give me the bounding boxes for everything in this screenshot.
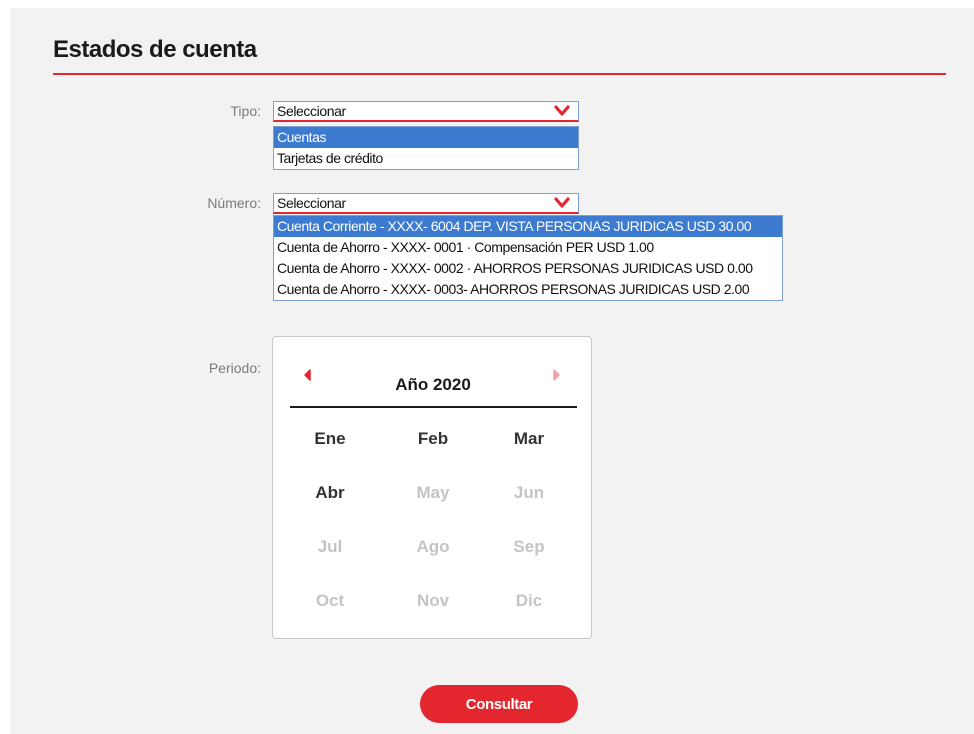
month-oct: Oct <box>315 591 345 610</box>
month-ene[interactable]: Ene <box>290 429 370 449</box>
month-ago: Ago <box>416 537 450 556</box>
periodo-label: Periodo: <box>208 360 261 376</box>
title-divider <box>53 73 946 75</box>
month-feb[interactable]: Feb <box>393 429 473 449</box>
numero-select[interactable]: Seleccionar <box>273 193 579 214</box>
month-nov: Nov <box>416 591 450 610</box>
numero-option[interactable]: Cuenta de Ahorro - XXXX- 0002 · AHORROS … <box>274 258 782 279</box>
numero-label: Número: <box>207 195 261 211</box>
month-jun: Jun <box>513 483 545 502</box>
month-mar[interactable]: Mar <box>489 429 569 449</box>
page-title: Estados de cuenta <box>53 36 257 63</box>
numero-option[interactable]: Cuenta de Ahorro - XXXX- 0001 · Compensa… <box>274 237 782 258</box>
month-may: May <box>416 483 450 502</box>
month-sep: Sep <box>513 537 545 556</box>
chevron-down-icon <box>554 105 570 116</box>
tipo-select-value: Seleccionar <box>277 103 346 119</box>
year-label: Año 2020 <box>395 375 471 394</box>
tipo-option-tarjetas[interactable]: Tarjetas de crédito <box>274 148 578 169</box>
tipo-select[interactable]: Seleccionar <box>273 101 579 122</box>
month-dic: Dic <box>515 591 543 610</box>
calendar-divider <box>290 406 577 408</box>
tipo-dropdown-list: Cuentas Tarjetas de crédito <box>273 126 579 170</box>
chevron-down-icon <box>554 197 570 208</box>
tipo-label: Tipo: <box>230 103 261 119</box>
chevron-right-icon[interactable] <box>553 369 561 381</box>
numero-select-value: Seleccionar <box>277 195 346 211</box>
consultar-button[interactable]: Consultar <box>420 685 578 723</box>
month-jul: Jul <box>317 537 343 556</box>
numero-option[interactable]: Cuenta de Ahorro - XXXX- 0003- AHORROS P… <box>274 279 782 300</box>
tipo-option-cuentas[interactable]: Cuentas <box>274 127 578 148</box>
numero-option[interactable]: Cuenta Corriente - XXXX- 6004 DEP. VISTA… <box>274 216 782 237</box>
numero-dropdown-list: Cuenta Corriente - XXXX- 6004 DEP. VISTA… <box>273 215 783 301</box>
month-picker: Año 2020 Ene Feb Mar Abr May Jun Jul Ago… <box>272 336 592 639</box>
month-abr[interactable]: Abr <box>290 483 370 503</box>
